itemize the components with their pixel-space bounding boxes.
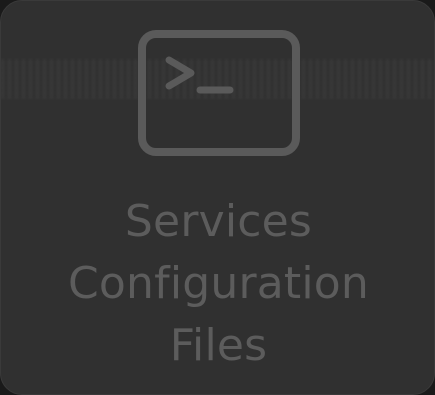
services-configuration-files-tile[interactable]: Services Configuration Files xyxy=(0,0,435,395)
terminal-icon xyxy=(138,30,300,156)
tile-label-line-2: Configuration xyxy=(68,258,369,309)
tile-label: Services Configuration Files xyxy=(1,191,434,377)
tile-label-line-1: Services xyxy=(124,196,313,247)
tile-label-line-3: Files xyxy=(169,320,268,371)
